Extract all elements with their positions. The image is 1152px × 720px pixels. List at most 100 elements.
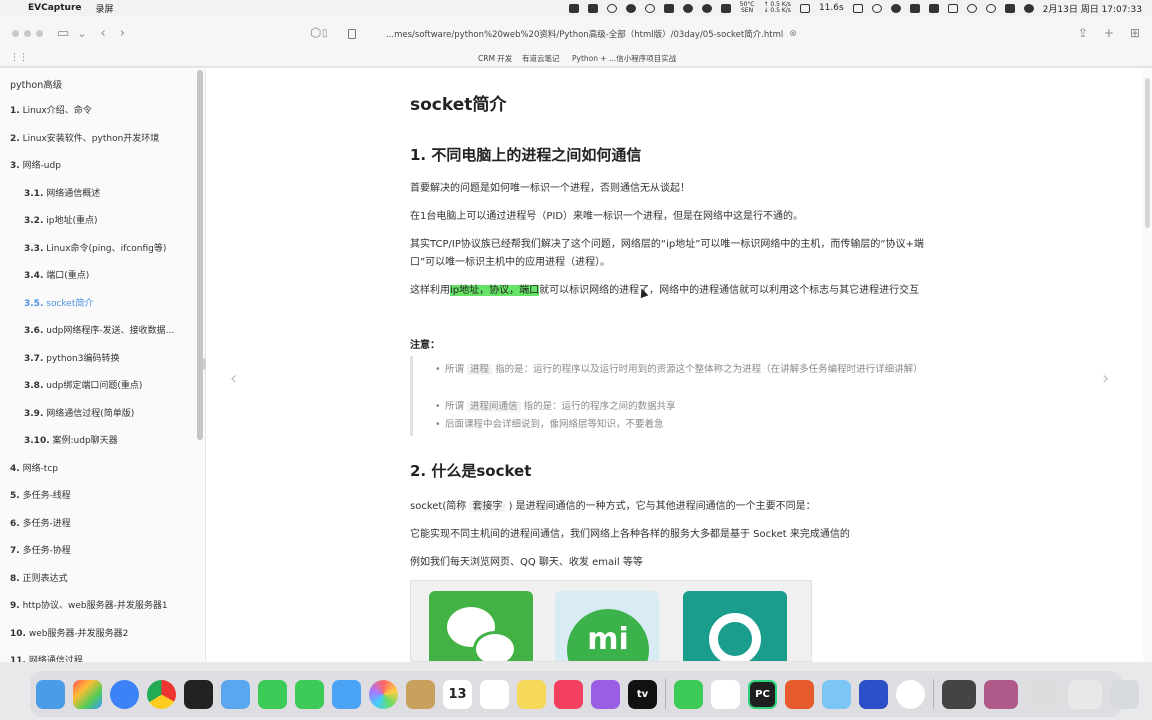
powerpoint-icon[interactable] xyxy=(785,679,814,709)
toc-item[interactable]: 3.10. 案例:udp聊天器 xyxy=(24,433,202,446)
wifi-icon[interactable] xyxy=(966,3,977,13)
next-page-arrow-icon[interactable]: › xyxy=(1102,368,1109,389)
siri-icon[interactable] xyxy=(1023,3,1034,13)
menu-record[interactable]: 录屏 xyxy=(96,2,114,15)
prev-page-arrow-icon[interactable]: ‹ xyxy=(230,368,237,389)
content-scrollbar[interactable] xyxy=(1143,68,1152,662)
facetime-icon[interactable] xyxy=(258,679,287,709)
play-icon[interactable] xyxy=(871,3,882,13)
toc-item[interactable]: 3.2. ip地址(重点) xyxy=(24,213,202,226)
star-icon[interactable] xyxy=(625,3,636,13)
toc-item[interactable]: 3.8. udp绑定端口问题(重点) xyxy=(24,378,202,391)
tab-overview-icon[interactable]: ⊞ xyxy=(1130,26,1140,40)
photos-icon[interactable] xyxy=(369,679,398,709)
toc-item[interactable]: 3.9. 网络通信过程(简单版) xyxy=(24,406,202,419)
minimize-window-button[interactable] xyxy=(24,29,31,37)
toc-item[interactable]: 1. Linux介绍、命令 xyxy=(10,103,188,116)
toc-item[interactable]: 5. 多任务-线程 xyxy=(10,488,188,501)
minimized-window-icon[interactable] xyxy=(942,679,976,709)
toc-item[interactable]: 7. 多任务-协程 xyxy=(10,543,188,556)
minimized-window-icon[interactable] xyxy=(1068,679,1102,709)
music-icon[interactable] xyxy=(554,679,583,709)
sidebar-scrollbar[interactable] xyxy=(197,70,203,440)
bluetooth-icon[interactable] xyxy=(909,3,920,13)
pycharm-icon[interactable]: PC xyxy=(748,679,777,709)
paragraph-2: 在1台电脑上可以通过进程号（PID）来唯一标识一个进程，但是在网络中这是行不通的… xyxy=(410,211,804,222)
finder-icon[interactable] xyxy=(36,679,65,709)
forward-button[interactable]: › xyxy=(120,26,125,41)
control-center-icon[interactable] xyxy=(1004,3,1015,13)
bookmark-youdao[interactable]: 有道云笔记 xyxy=(522,53,560,64)
toc-item[interactable]: 3. 网络-udp xyxy=(10,158,188,171)
app-s-icon[interactable] xyxy=(928,3,939,13)
terminal-icon[interactable] xyxy=(184,679,213,709)
record-status-icon[interactable] xyxy=(852,3,863,13)
battery-level-icon[interactable] xyxy=(947,3,958,13)
appletv-icon[interactable]: tv xyxy=(628,679,657,709)
volume-icon[interactable] xyxy=(890,3,901,13)
mail-icon[interactable] xyxy=(221,679,250,709)
search-icon[interactable] xyxy=(985,3,996,13)
toc-item-label: 网络通信过程 xyxy=(28,656,83,662)
toc-title[interactable]: python高级 xyxy=(10,77,62,91)
podcasts-icon[interactable] xyxy=(591,679,620,709)
toc-item[interactable]: 8. 正则表达式 xyxy=(10,571,188,584)
status-app-icon[interactable] xyxy=(568,3,579,13)
toc-item[interactable]: 3.6. udp网络程序-发送、接收数据... xyxy=(24,323,202,336)
archive-icon[interactable] xyxy=(406,679,435,709)
minimized-window-icon[interactable] xyxy=(984,679,1018,709)
toc-item[interactable]: 3.5. socket简介 xyxy=(24,296,202,309)
toc-item[interactable]: 6. 多任务-进程 xyxy=(10,516,188,529)
calendar-icon[interactable]: 13 xyxy=(443,679,472,709)
notes-icon[interactable] xyxy=(517,679,546,709)
tab-icon[interactable]: ▯ xyxy=(322,28,328,39)
bookmark-python[interactable]: Python + ...信小程序项目实战 xyxy=(572,53,676,64)
url-text[interactable]: ...mes/software/python%20web%20资料/Python… xyxy=(386,28,783,40)
toc-item[interactable]: 4. 网络-tcp xyxy=(10,461,188,474)
sidebar-toggle-icon[interactable]: ▭ xyxy=(57,26,69,41)
new-tab-icon[interactable]: + xyxy=(1104,26,1114,40)
launchpad-icon[interactable] xyxy=(73,679,102,709)
messages-icon[interactable] xyxy=(295,679,324,709)
zoom-window-button[interactable] xyxy=(36,29,43,37)
datetime[interactable]: 2月13日 周日 17:07:33 xyxy=(1043,2,1142,15)
chevron-down-icon[interactable]: ⌄ xyxy=(77,27,86,40)
toc-item[interactable]: 3.3. Linux命令(ping、ifconfig等) xyxy=(24,241,202,254)
reminders-icon[interactable] xyxy=(480,679,509,709)
appstore-icon[interactable] xyxy=(332,679,361,709)
safari-icon[interactable] xyxy=(110,679,139,709)
screen-recorder-icon[interactable] xyxy=(859,679,888,709)
grid-status-icon[interactable] xyxy=(720,3,731,13)
chrome-icon[interactable] xyxy=(147,679,176,709)
wechat-status-icon[interactable] xyxy=(682,3,693,13)
grid-icon[interactable]: ⋮⋮ xyxy=(10,53,28,63)
swirl-icon[interactable] xyxy=(644,3,655,13)
wechat-icon[interactable] xyxy=(674,679,703,709)
toc-item[interactable]: 3.4. 端口(重点) xyxy=(24,268,202,281)
close-window-button[interactable] xyxy=(12,29,19,37)
status-app-icon[interactable] xyxy=(587,3,598,13)
screenshot-icon[interactable] xyxy=(663,3,674,13)
toc-item[interactable]: 3.7. python3编码转换 xyxy=(24,351,202,364)
shield-icon[interactable]: ⬡ xyxy=(310,26,321,41)
bell-icon[interactable] xyxy=(701,3,712,13)
battery-icon[interactable] xyxy=(799,3,810,13)
browser-app-icon[interactable] xyxy=(896,679,925,709)
toc-item[interactable]: 3.1. 网络通信概述 xyxy=(24,186,202,199)
qq-icon[interactable] xyxy=(711,679,740,709)
share-icon[interactable]: ⇪ xyxy=(1078,26,1088,40)
toc-item[interactable]: 10. web服务器-并发服务器2 xyxy=(10,626,188,639)
content-scroll-thumb[interactable] xyxy=(1145,78,1150,228)
clear-url-icon[interactable]: ⊗ xyxy=(789,29,797,39)
back-button[interactable]: ‹ xyxy=(101,26,106,41)
toc-item[interactable]: 11. 网络通信过程 xyxy=(10,653,188,662)
trash-icon[interactable] xyxy=(1110,679,1139,709)
toc-item[interactable]: 9. http协议、web服务器-并发服务器1 xyxy=(10,598,188,611)
chat-icon[interactable] xyxy=(606,3,617,13)
address-bar[interactable]: ...mes/software/python%20web%20资料/Python… xyxy=(340,24,812,44)
evcapture-icon[interactable] xyxy=(822,679,851,709)
minimized-window-icon[interactable] xyxy=(1026,679,1060,709)
bookmark-crm[interactable]: CRM 开发 xyxy=(478,53,512,64)
toc-item[interactable]: 2. Linux安装软件、python开发环境 xyxy=(10,131,188,144)
app-name[interactable]: EVCapture xyxy=(28,3,82,13)
